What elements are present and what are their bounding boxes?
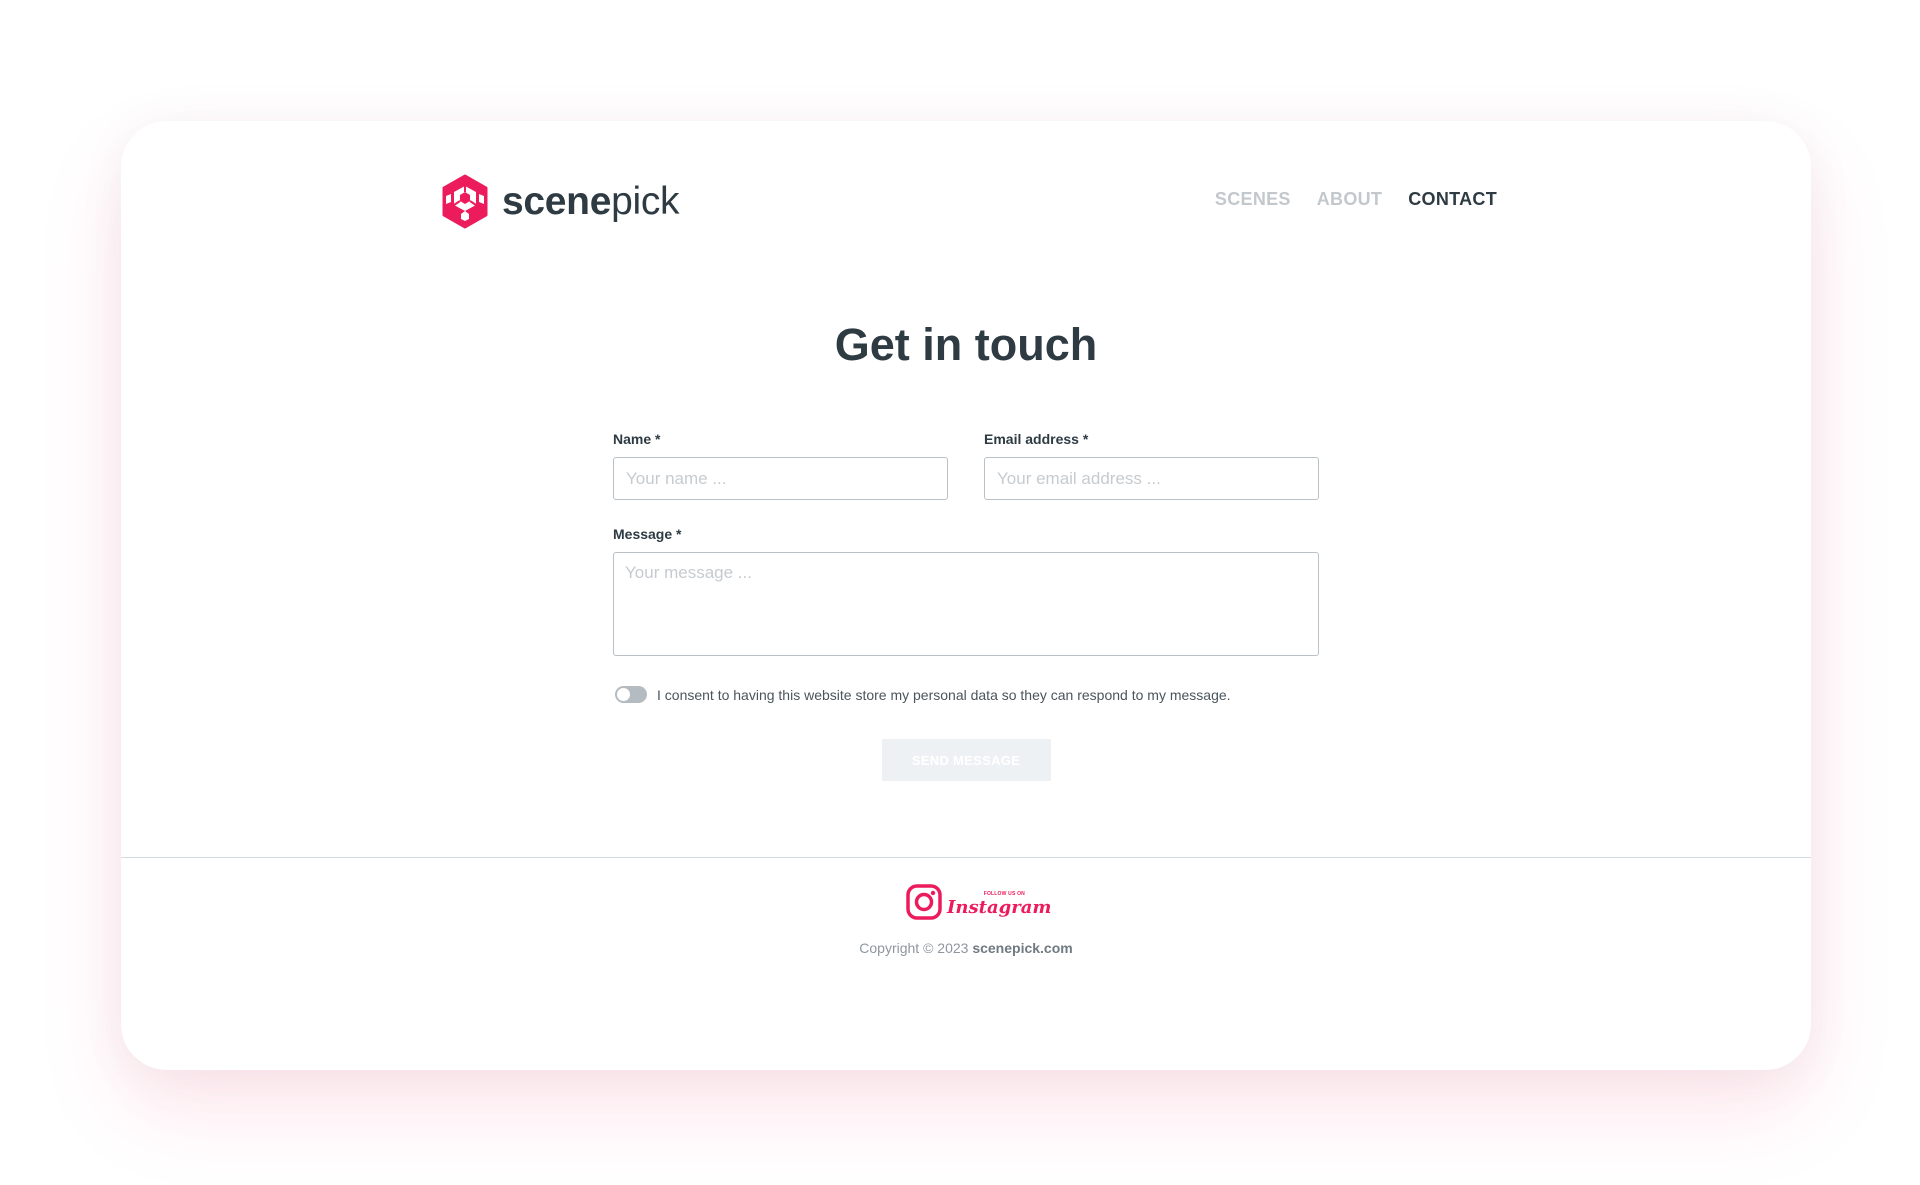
submit-wrap: SEND MESSAGE: [613, 739, 1319, 781]
name-field-group: Name *: [613, 431, 948, 500]
nav-item-contact[interactable]: CONTACT: [1408, 189, 1497, 210]
name-label: Name *: [613, 431, 661, 447]
email-input[interactable]: [984, 457, 1319, 500]
name-input[interactable]: [613, 457, 948, 500]
instagram-link[interactable]: FOLLOW US ON Instagram: [121, 883, 1811, 921]
message-textarea[interactable]: [613, 552, 1319, 656]
instagram-wordmark: FOLLOW US ON Instagram: [947, 883, 1051, 921]
copyright-domain-link[interactable]: scenepick.com: [972, 940, 1072, 956]
contact-form: Name * Email address * Message * I conse…: [613, 431, 1319, 781]
instagram-label: Instagram: [947, 897, 1052, 918]
email-label: Email address *: [984, 431, 1089, 447]
message-label: Message *: [613, 526, 682, 542]
nav-item-scenes[interactable]: SCENES: [1215, 189, 1291, 210]
nav-item-about[interactable]: ABOUT: [1317, 189, 1383, 210]
logo-wordmark: scenepick: [502, 179, 680, 223]
site-logo[interactable]: scenepick: [440, 171, 680, 231]
cube-logo-icon: [442, 174, 488, 228]
copyright: Copyright © 2023 scenepick.com: [121, 940, 1811, 956]
message-field-group: Message *: [613, 526, 1319, 656]
copyright-prefix: Copyright © 2023: [859, 940, 969, 956]
instagram-icon: [906, 884, 942, 920]
page-title: Get in touch: [834, 319, 1098, 370]
consent-toggle[interactable]: [615, 686, 647, 703]
email-field-group: Email address *: [984, 431, 1319, 500]
page-background: scenepick SCENES ABOUT CONTACT Get in to…: [0, 0, 1920, 1185]
form-row-name-email: Name * Email address *: [613, 431, 1319, 500]
send-message-button[interactable]: SEND MESSAGE: [881, 739, 1051, 781]
page-card: scenepick SCENES ABOUT CONTACT Get in to…: [121, 121, 1811, 1070]
consent-toggle-knob: [617, 688, 630, 701]
consent-row: I consent to having this website store m…: [613, 686, 1319, 703]
footer-divider: [121, 857, 1811, 858]
consent-label: I consent to having this website store m…: [657, 686, 1231, 703]
logo-wordmark-strong: scene: [502, 179, 612, 223]
main-nav: SCENES ABOUT CONTACT: [1215, 189, 1497, 210]
logo-wordmark-light: pick: [611, 179, 680, 223]
